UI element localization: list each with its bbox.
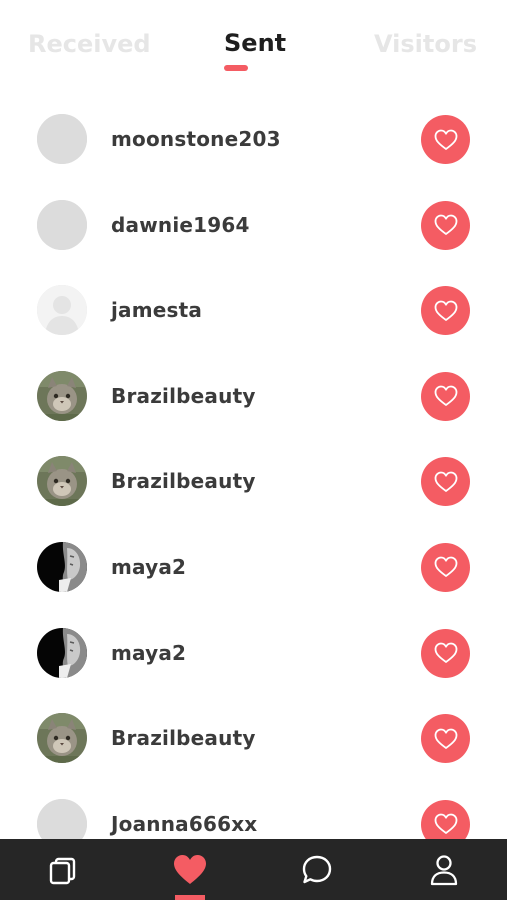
heart-outline-icon [434, 214, 457, 235]
heart-outline-icon [434, 129, 457, 150]
active-tab-indicator [224, 65, 248, 71]
like-button[interactable] [421, 542, 470, 592]
username[interactable]: moonstone203 [111, 127, 281, 151]
like-button[interactable] [421, 371, 470, 421]
list-item[interactable]: maya2 [0, 524, 507, 610]
avatar[interactable] [37, 370, 87, 421]
avatar[interactable] [37, 285, 87, 336]
username[interactable]: maya2 [111, 641, 186, 665]
like-button[interactable] [421, 628, 470, 678]
person-icon [430, 854, 458, 885]
bottom-navigation-bar [0, 839, 507, 900]
list-item[interactable]: Brazilbeauty [0, 438, 507, 524]
like-button[interactable] [421, 457, 470, 507]
sent-likes-list: moonstone203 dawnie1964 jamesta Brazilbeaut… [0, 96, 507, 839]
heart-outline-icon [434, 813, 457, 835]
heart-outline-icon [434, 471, 457, 492]
heart-outline-icon [434, 728, 457, 749]
username[interactable]: Joanna666xx [111, 812, 257, 836]
avatar[interactable] [37, 114, 87, 164]
like-button[interactable] [421, 200, 470, 250]
list-item[interactable]: Brazilbeauty [0, 353, 507, 439]
heart-outline-icon [434, 557, 457, 578]
tab-sent[interactable]: Sent [224, 29, 286, 57]
tab-received[interactable]: Received [28, 30, 151, 58]
nav-active-indicator [175, 895, 205, 900]
list-item[interactable]: Brazilbeauty [0, 695, 507, 781]
like-button[interactable] [421, 115, 470, 164]
heart-outline-icon [434, 385, 457, 407]
username[interactable]: jamesta [111, 298, 202, 322]
username[interactable]: Brazilbeauty [111, 726, 256, 750]
username[interactable]: maya2 [111, 555, 186, 579]
likes-tabs: Received Sent Visitors [0, 0, 507, 92]
list-item[interactable]: moonstone203 [0, 96, 507, 182]
like-button[interactable] [421, 799, 470, 839]
like-button[interactable] [421, 286, 470, 336]
avatar[interactable] [37, 199, 87, 250]
heart-outline-icon [434, 300, 457, 321]
cards-stack-icon [49, 857, 76, 884]
heart-outline-icon [434, 642, 457, 663]
username[interactable]: Brazilbeauty [111, 469, 256, 493]
list-item[interactable]: maya2 [0, 610, 507, 696]
chat-bubble-icon [302, 855, 332, 883]
avatar[interactable] [37, 541, 87, 592]
heart-filled-icon [174, 854, 206, 884]
avatar[interactable] [37, 713, 87, 764]
tab-visitors[interactable]: Visitors [374, 30, 477, 58]
avatar[interactable] [37, 627, 87, 678]
list-item[interactable]: dawnie1964 [0, 182, 507, 268]
username[interactable]: Brazilbeauty [111, 384, 256, 408]
avatar[interactable] [37, 456, 87, 507]
avatar[interactable] [37, 798, 87, 839]
list-item[interactable]: jamesta [0, 267, 507, 353]
nav-profile-button[interactable] [381, 839, 507, 900]
list-item[interactable]: Joanna666xx [0, 781, 507, 839]
nav-cards-button[interactable] [0, 839, 126, 900]
username[interactable]: dawnie1964 [111, 213, 250, 237]
nav-likes-button[interactable] [127, 839, 253, 900]
like-button[interactable] [421, 714, 470, 764]
nav-chat-button[interactable] [254, 839, 380, 900]
